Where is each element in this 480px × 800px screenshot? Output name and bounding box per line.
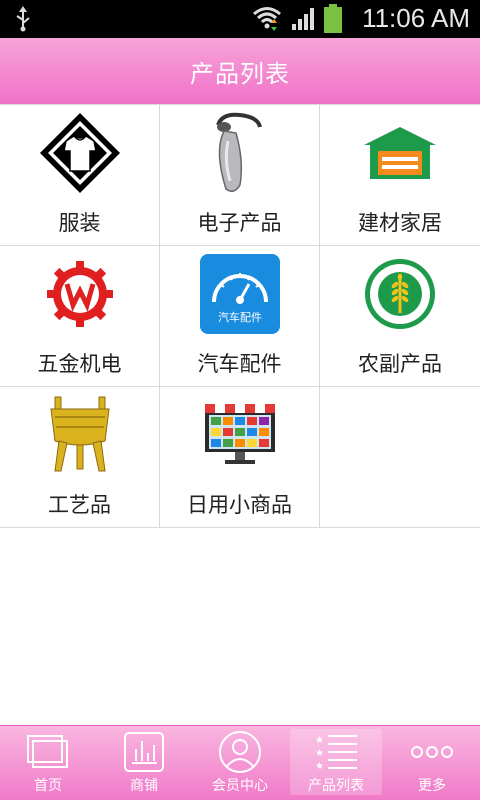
bluetooth-headset-icon <box>160 111 319 195</box>
clothing-icon <box>0 111 159 195</box>
shop-display-icon <box>160 393 319 477</box>
category-daily-goods[interactable]: 日用小商品 <box>160 387 320 527</box>
category-crafts[interactable]: 工艺品 <box>0 387 160 527</box>
grid-row: 服装 电子产品 建材家居 <box>0 105 480 246</box>
status-bar: 11:06 AM <box>0 0 480 38</box>
category-label: 工艺品 <box>48 493 111 517</box>
member-avatar-icon <box>192 730 288 774</box>
nav-product-list[interactable]: ★ ★ ★ 产品列表 <box>288 726 384 800</box>
signal-icon <box>290 6 318 36</box>
category-label: 建材家居 <box>358 211 442 235</box>
svg-text:★: ★ <box>315 735 324 746</box>
page-title: 产品列表 <box>190 59 290 88</box>
grid-row: 工艺品 日用小商品 <box>0 387 480 528</box>
nav-label: 首页 <box>34 778 62 794</box>
category-label: 日用小商品 <box>187 493 292 517</box>
more-dots-icon <box>384 730 480 774</box>
bronze-vessel-icon <box>0 393 159 477</box>
svg-text:★: ★ <box>315 748 324 759</box>
battery-icon <box>323 4 343 38</box>
category-grid: 服装 电子产品 建材家居 五金机电 汽车配件 汽车配件 农副产品 工艺品 日用小… <box>0 104 480 528</box>
category-label: 汽车配件 <box>197 352 282 376</box>
nav-label: 更多 <box>418 778 446 794</box>
status-time: 11:06 AM <box>362 3 470 33</box>
empty-cell <box>320 387 480 527</box>
speedometer-badge-text: 汽车配件 <box>218 310 262 324</box>
gear-logo-icon <box>0 252 159 336</box>
nav-home[interactable]: 首页 <box>0 726 96 800</box>
home-pages-icon <box>0 730 96 774</box>
nav-label: 会员中心 <box>212 778 268 794</box>
house-icon <box>320 111 480 195</box>
shop-chart-icon <box>96 730 192 774</box>
header-bar: 产品列表 <box>0 38 480 104</box>
category-label: 五金机电 <box>37 352 122 376</box>
nav-more[interactable]: 更多 <box>384 726 480 800</box>
category-label: 服装 <box>58 211 101 235</box>
wifi-icon <box>252 5 282 37</box>
star-list-icon: ★ ★ ★ <box>288 730 384 774</box>
nav-shop[interactable]: 商铺 <box>96 726 192 800</box>
category-hardware[interactable]: 五金机电 <box>0 246 160 386</box>
nav-label: 商铺 <box>130 778 158 794</box>
nav-member-center[interactable]: 会员中心 <box>192 726 288 800</box>
speedometer-icon: 汽车配件 <box>160 252 319 336</box>
category-agricultural[interactable]: 农副产品 <box>320 246 480 386</box>
category-auto-parts[interactable]: 汽车配件 汽车配件 <box>160 246 320 386</box>
nav-label: 产品列表 <box>308 778 364 794</box>
wheat-seal-icon <box>320 252 480 336</box>
category-electronics[interactable]: 电子产品 <box>160 105 320 245</box>
usb-icon <box>14 6 32 36</box>
category-building-home[interactable]: 建材家居 <box>320 105 480 245</box>
category-label: 电子产品 <box>197 211 282 235</box>
category-label: 农副产品 <box>358 352 442 376</box>
svg-text:★: ★ <box>315 761 324 772</box>
grid-row: 五金机电 汽车配件 汽车配件 农副产品 <box>0 246 480 387</box>
category-clothing[interactable]: 服装 <box>0 105 160 245</box>
bottom-nav: 首页 商铺 会员中心 ★ ★ ★ 产品列表 更多 <box>0 725 480 800</box>
